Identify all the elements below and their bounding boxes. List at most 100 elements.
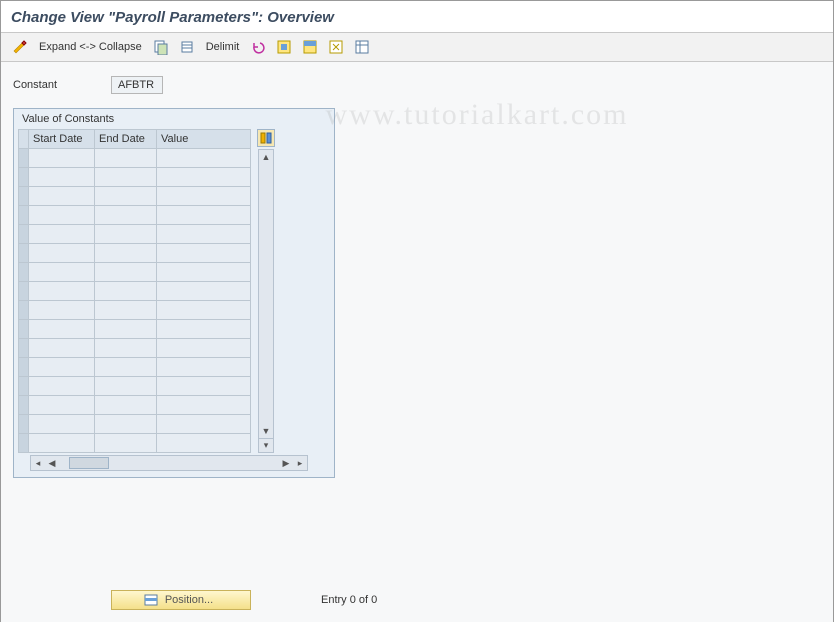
row-selector[interactable] — [19, 244, 29, 263]
cell-value[interactable] — [157, 415, 251, 434]
scroll-last-icon[interactable]: ▸ — [293, 456, 307, 470]
row-selector[interactable] — [19, 358, 29, 377]
cell-start-date[interactable] — [29, 168, 95, 187]
expand-collapse-button[interactable]: Expand <-> Collapse — [35, 41, 146, 53]
cell-value[interactable] — [157, 168, 251, 187]
cell-start-date[interactable] — [29, 358, 95, 377]
cell-start-date[interactable] — [29, 339, 95, 358]
vertical-scrollbar[interactable]: ▲ ▼ ▾ — [258, 149, 274, 453]
scroll-bottom-icon[interactable]: ▾ — [259, 438, 273, 452]
row-selector[interactable] — [19, 415, 29, 434]
cell-value[interactable] — [157, 434, 251, 453]
delimit-button[interactable]: Delimit — [202, 41, 244, 53]
cell-end-date[interactable] — [95, 358, 157, 377]
table-row[interactable] — [19, 320, 251, 339]
cell-start-date[interactable] — [29, 244, 95, 263]
cell-value[interactable] — [157, 187, 251, 206]
cell-value[interactable] — [157, 263, 251, 282]
table-row[interactable] — [19, 168, 251, 187]
select-block-icon[interactable] — [299, 37, 321, 57]
cell-end-date[interactable] — [95, 263, 157, 282]
row-selector[interactable] — [19, 149, 29, 168]
cell-start-date[interactable] — [29, 320, 95, 339]
row-selector[interactable] — [19, 282, 29, 301]
row-selector[interactable] — [19, 339, 29, 358]
cell-value[interactable] — [157, 396, 251, 415]
cell-value[interactable] — [157, 206, 251, 225]
select-all-icon[interactable] — [273, 37, 295, 57]
cell-end-date[interactable] — [95, 206, 157, 225]
cell-start-date[interactable] — [29, 301, 95, 320]
column-header-end-date[interactable]: End Date — [95, 130, 157, 149]
row-selector[interactable] — [19, 434, 29, 453]
cell-start-date[interactable] — [29, 415, 95, 434]
deselect-all-icon[interactable] — [325, 37, 347, 57]
cell-end-date[interactable] — [95, 168, 157, 187]
cell-end-date[interactable] — [95, 301, 157, 320]
row-selector[interactable] — [19, 301, 29, 320]
cell-end-date[interactable] — [95, 187, 157, 206]
table-row[interactable] — [19, 263, 251, 282]
table-row[interactable] — [19, 301, 251, 320]
scroll-first-icon[interactable]: ◂ — [31, 456, 45, 470]
cell-value[interactable] — [157, 358, 251, 377]
cell-value[interactable] — [157, 149, 251, 168]
cell-end-date[interactable] — [95, 377, 157, 396]
table-row[interactable] — [19, 415, 251, 434]
row-selector[interactable] — [19, 320, 29, 339]
column-header-start-date[interactable]: Start Date — [29, 130, 95, 149]
row-selector-header[interactable] — [19, 130, 29, 149]
row-selector[interactable] — [19, 206, 29, 225]
row-selector[interactable] — [19, 187, 29, 206]
cell-end-date[interactable] — [95, 320, 157, 339]
cell-end-date[interactable] — [95, 149, 157, 168]
cell-value[interactable] — [157, 282, 251, 301]
cell-start-date[interactable] — [29, 206, 95, 225]
cell-end-date[interactable] — [95, 339, 157, 358]
cell-start-date[interactable] — [29, 149, 95, 168]
table-row[interactable] — [19, 244, 251, 263]
row-selector[interactable] — [19, 377, 29, 396]
scroll-right-icon[interactable]: ▶ — [279, 456, 293, 470]
row-selector[interactable] — [19, 263, 29, 282]
cell-start-date[interactable] — [29, 434, 95, 453]
cell-start-date[interactable] — [29, 263, 95, 282]
table-row[interactable] — [19, 149, 251, 168]
constants-table[interactable]: Start Date End Date Value — [18, 129, 251, 453]
table-row[interactable] — [19, 396, 251, 415]
cell-start-date[interactable] — [29, 282, 95, 301]
toggle-edit-icon[interactable] — [9, 37, 31, 57]
cell-value[interactable] — [157, 244, 251, 263]
row-selector[interactable] — [19, 168, 29, 187]
cell-start-date[interactable] — [29, 396, 95, 415]
cell-end-date[interactable] — [95, 225, 157, 244]
scroll-thumb[interactable] — [69, 457, 109, 469]
configure-columns-icon[interactable] — [257, 129, 275, 147]
row-selector[interactable] — [19, 225, 29, 244]
scroll-left-icon[interactable]: ◀ — [45, 456, 59, 470]
horizontal-scrollbar[interactable]: ◂ ◀ ▶ ▸ — [30, 455, 308, 471]
copy-icon[interactable] — [176, 37, 198, 57]
table-row[interactable] — [19, 377, 251, 396]
table-row[interactable] — [19, 339, 251, 358]
new-entries-icon[interactable] — [150, 37, 172, 57]
cell-value[interactable] — [157, 301, 251, 320]
cell-value[interactable] — [157, 377, 251, 396]
cell-value[interactable] — [157, 320, 251, 339]
cell-end-date[interactable] — [95, 434, 157, 453]
cell-end-date[interactable] — [95, 415, 157, 434]
scroll-up-icon[interactable]: ▲ — [259, 150, 273, 164]
cell-end-date[interactable] — [95, 282, 157, 301]
table-row[interactable] — [19, 358, 251, 377]
table-row[interactable] — [19, 187, 251, 206]
scroll-down-icon[interactable]: ▼ — [259, 424, 273, 438]
column-header-value[interactable]: Value — [157, 130, 251, 149]
table-row[interactable] — [19, 225, 251, 244]
cell-value[interactable] — [157, 225, 251, 244]
cell-start-date[interactable] — [29, 225, 95, 244]
table-row[interactable] — [19, 206, 251, 225]
cell-start-date[interactable] — [29, 377, 95, 396]
cell-value[interactable] — [157, 339, 251, 358]
undo-icon[interactable] — [247, 37, 269, 57]
cell-end-date[interactable] — [95, 244, 157, 263]
